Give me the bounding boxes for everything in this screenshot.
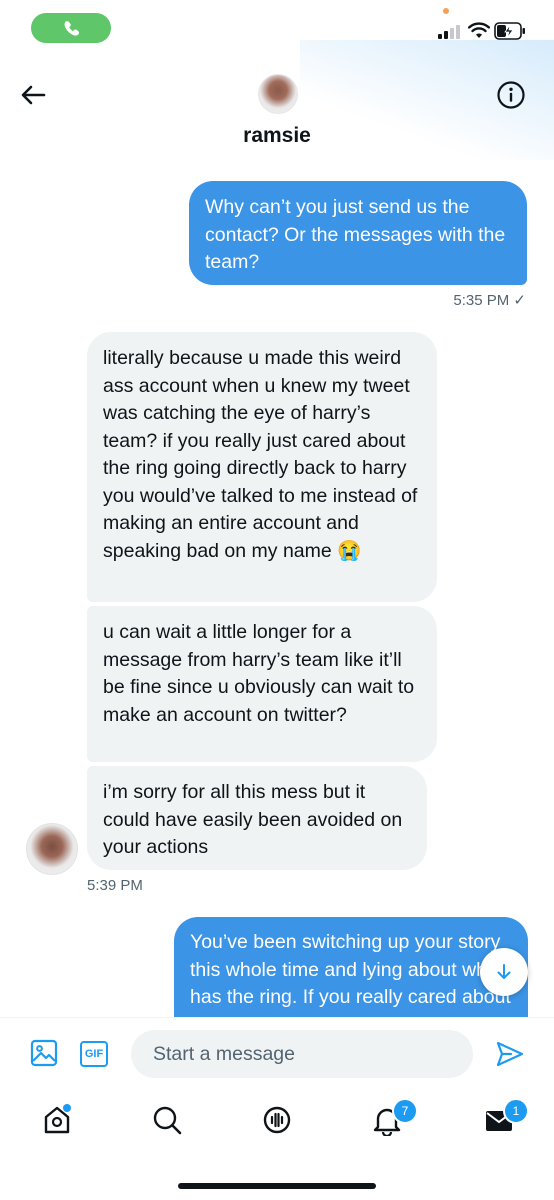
spaces-icon[interactable]: [262, 1104, 292, 1136]
phone-icon: [64, 21, 80, 36]
message-bubble-incoming[interactable]: i’m sorry for all this mess but it could…: [87, 766, 427, 870]
notifications-badge: 7: [392, 1098, 418, 1124]
cellular-signal-icon: [438, 25, 462, 39]
message-bubble-incoming[interactable]: literally because u made this weird ass …: [87, 332, 437, 602]
back-arrow-icon[interactable]: [18, 80, 48, 110]
image-icon[interactable]: [30, 1039, 58, 1067]
home-indicator: [178, 1183, 376, 1189]
message-input[interactable]: [131, 1030, 473, 1078]
contact-avatar[interactable]: [258, 74, 298, 114]
gif-icon[interactable]: GIF: [80, 1041, 108, 1067]
sender-avatar[interactable]: [26, 823, 78, 875]
message-timestamp: 5:39 PM: [87, 877, 143, 894]
send-icon[interactable]: [495, 1040, 525, 1068]
message-bubble-outgoing[interactable]: Why can’t you just send us the contact? …: [189, 181, 527, 285]
message-bubble-outgoing[interactable]: You’ve been switching up your story this…: [174, 917, 528, 1017]
message-timestamp: 5:35 PM ✓: [453, 292, 526, 309]
contact-name[interactable]: ramsie: [0, 124, 554, 148]
info-icon[interactable]: [496, 80, 526, 110]
messages-badge: 1: [503, 1098, 529, 1124]
privacy-indicator-dot: [443, 8, 449, 14]
battery-charging-icon: [494, 22, 525, 40]
home-icon[interactable]: [42, 1104, 72, 1136]
wifi-icon: [468, 22, 490, 38]
message-bubble-incoming[interactable]: u can wait a little longer for a message…: [87, 606, 437, 762]
search-icon[interactable]: [152, 1104, 182, 1136]
scroll-to-bottom-button[interactable]: [480, 948, 528, 996]
active-call-pill[interactable]: [31, 13, 111, 43]
arrow-down-icon: [497, 964, 511, 979]
